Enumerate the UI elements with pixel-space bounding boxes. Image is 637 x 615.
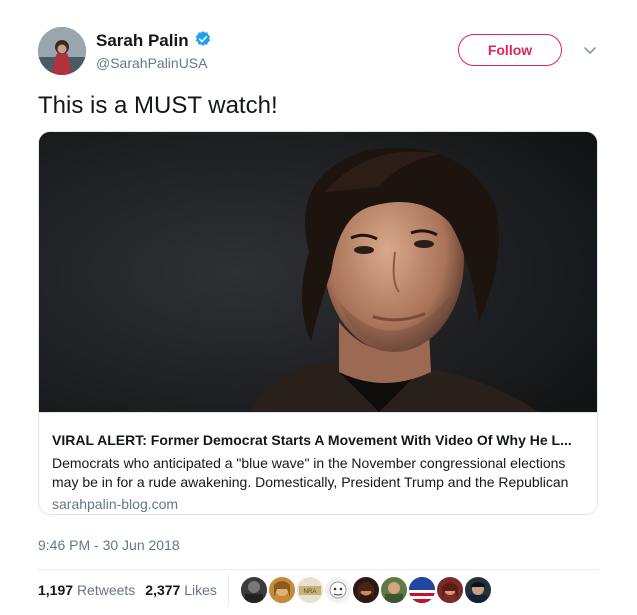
liker-avatar[interactable]	[380, 576, 408, 604]
likes-stat[interactable]: 2,377 Likes	[145, 582, 217, 598]
liker-avatar[interactable]	[268, 576, 296, 604]
card-body[interactable]: VIRAL ALERT: Former Democrat Starts A Mo…	[39, 412, 597, 514]
stats-separator	[228, 575, 229, 605]
follow-button[interactable]: Follow	[458, 34, 562, 66]
liker-avatar[interactable]	[408, 576, 436, 604]
liker-avatar[interactable]: NRA	[296, 576, 324, 604]
card-photo	[39, 132, 597, 412]
likes-label: Likes	[184, 582, 217, 598]
retweets-label: Retweets	[76, 582, 136, 598]
retweets-stat[interactable]: 1,197 Retweets	[38, 582, 135, 598]
stats-divider	[38, 569, 599, 570]
retweets-count: 1,197	[38, 582, 74, 598]
tweet-stats: 1,197 Retweets 2,377 Likes	[38, 582, 217, 598]
chevron-down-icon[interactable]	[581, 41, 599, 59]
tweet-timestamp[interactable]: 9:46 PM - 30 Jun 2018	[38, 537, 180, 553]
liker-avatar[interactable]	[240, 576, 268, 604]
liker-avatar[interactable]	[352, 576, 380, 604]
tweet-text: This is a MUST watch!	[38, 92, 278, 119]
verified-badge-icon	[195, 31, 210, 46]
liker-avatar[interactable]	[464, 576, 492, 604]
svg-text:NRA: NRA	[304, 589, 317, 595]
link-card[interactable]: VIRAL ALERT: Former Democrat Starts A Mo…	[38, 131, 598, 515]
card-description: Democrats who anticipated a "blue wave" …	[52, 455, 569, 490]
liker-avatar[interactable]	[436, 576, 464, 604]
author-avatar[interactable]	[38, 27, 86, 75]
author-name-text: Sarah Palin	[96, 31, 189, 50]
card-title[interactable]: VIRAL ALERT: Former Democrat Starts A Mo…	[52, 432, 590, 448]
card-domain[interactable]: sarahpalin-blog.com	[52, 496, 178, 512]
author-handle[interactable]: @SarahPalinUSA	[96, 55, 208, 71]
liker-avatar[interactable]	[324, 576, 352, 604]
card-image	[39, 132, 597, 412]
likes-count: 2,377	[145, 582, 181, 598]
author-name[interactable]: Sarah Palin	[96, 30, 212, 51]
avatar-image	[38, 27, 86, 75]
